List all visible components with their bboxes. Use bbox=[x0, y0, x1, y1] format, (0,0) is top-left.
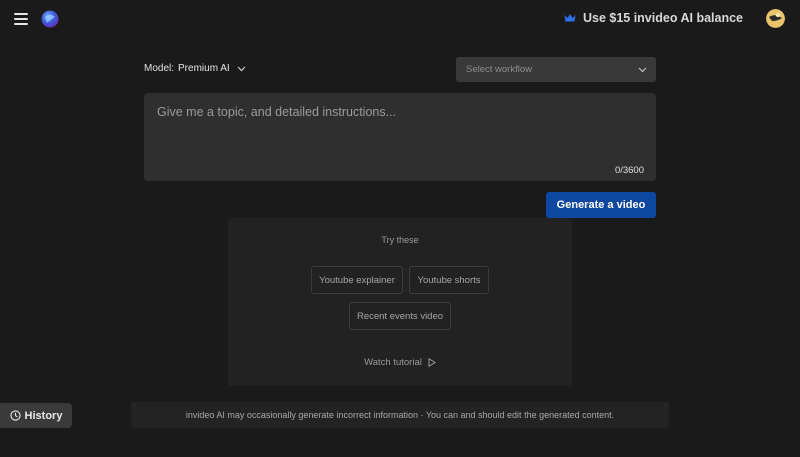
prompt-input[interactable] bbox=[144, 93, 656, 181]
suggestions-title: Try these bbox=[381, 235, 419, 245]
hamburger-menu-icon[interactable] bbox=[14, 13, 28, 25]
workflow-select[interactable]: Select workflow bbox=[456, 57, 656, 82]
history-button[interactable]: History bbox=[0, 403, 72, 428]
clock-icon bbox=[9, 410, 21, 421]
character-counter: 0/3600 bbox=[614, 165, 644, 176]
invideo-logo-icon[interactable] bbox=[40, 9, 60, 29]
suggestion-chip-recent-events-video[interactable]: Recent events video bbox=[349, 302, 451, 330]
model-selector[interactable]: Model: Premium AI bbox=[144, 63, 246, 74]
ai-balance-button[interactable]: Use $15 invideo AI balance bbox=[564, 11, 743, 25]
workflow-placeholder: Select workflow bbox=[466, 64, 532, 75]
history-label: History bbox=[24, 409, 63, 422]
generate-video-button[interactable]: Generate a video bbox=[546, 192, 656, 218]
suggestions-panel: Try these Youtube explainer Youtube shor… bbox=[228, 218, 572, 386]
watch-tutorial-link[interactable]: Watch tutorial bbox=[228, 357, 572, 368]
watch-tutorial-label: Watch tutorial bbox=[364, 357, 422, 368]
model-value: Premium AI bbox=[178, 63, 230, 74]
model-label: Model: bbox=[144, 63, 175, 74]
disclaimer-banner: invideo AI may occasionally generate inc… bbox=[131, 402, 669, 428]
user-avatar[interactable] bbox=[766, 9, 785, 28]
chevron-down-icon bbox=[638, 67, 647, 72]
disclaimer-text: invideo AI may occasionally generate inc… bbox=[185, 410, 615, 420]
play-icon bbox=[428, 358, 436, 367]
suggestion-chip-youtube-explainer[interactable]: Youtube explainer bbox=[311, 266, 403, 294]
suggestion-chip-youtube-shorts[interactable]: Youtube shorts bbox=[409, 266, 489, 294]
app-page: Use $15 invideo AI balance Model: Premiu… bbox=[0, 0, 800, 457]
prompt-box: 0/3600 bbox=[144, 93, 656, 181]
balance-label: Use $15 invideo AI balance bbox=[582, 11, 743, 25]
chevron-down-icon bbox=[237, 66, 246, 71]
crown-icon bbox=[564, 14, 576, 22]
